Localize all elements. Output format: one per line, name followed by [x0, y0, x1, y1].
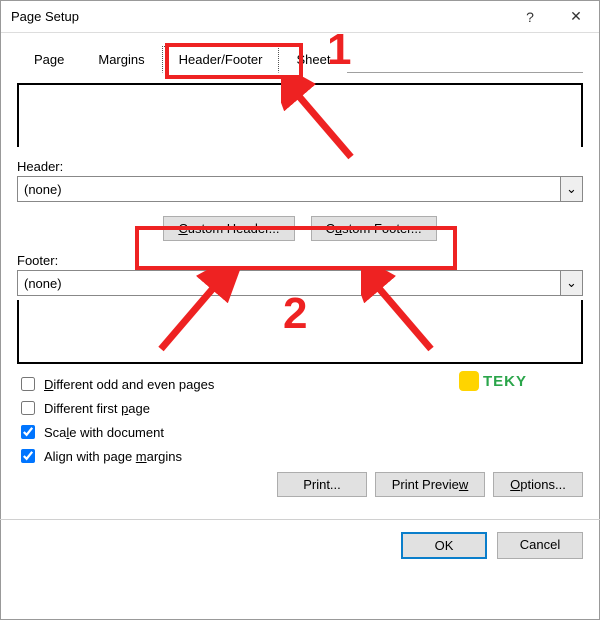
- options-label: Options...: [510, 477, 566, 492]
- tab-strip: Page Margins Header/Footer Sheet: [17, 45, 583, 73]
- checkbox-group: Different odd and even pages Different f…: [17, 374, 583, 466]
- check-label: Align with page margins: [44, 449, 182, 464]
- tab-header-footer[interactable]: Header/Footer: [162, 46, 280, 73]
- help-button[interactable]: ?: [507, 1, 553, 33]
- check-diff-odd-even[interactable]: Different odd and even pages: [17, 374, 583, 394]
- action-buttons-row: Print... Print Preview Options...: [17, 472, 583, 497]
- window-title: Page Setup: [11, 9, 507, 24]
- checkbox-scale-doc[interactable]: [21, 425, 35, 439]
- dialog-content: Page Margins Header/Footer Sheet Header:…: [1, 33, 599, 505]
- header-combo[interactable]: (none) ⌄: [17, 176, 583, 202]
- chevron-down-icon[interactable]: ⌄: [560, 271, 582, 295]
- footer-preview: [17, 300, 583, 364]
- print-preview-button[interactable]: Print Preview: [375, 472, 485, 497]
- custom-header-label: Custom Header...: [178, 221, 279, 236]
- footer-combo[interactable]: (none) ⌄: [17, 270, 583, 296]
- dialog-footer: OK Cancel: [1, 520, 599, 571]
- custom-header-button[interactable]: Custom Header...: [163, 216, 294, 241]
- tab-margins[interactable]: Margins: [81, 46, 161, 73]
- header-preview: [17, 83, 583, 147]
- tab-page[interactable]: Page: [17, 46, 81, 73]
- checkbox-align-margins[interactable]: [21, 449, 35, 463]
- checkbox-diff-odd-even[interactable]: [21, 377, 35, 391]
- header-combo-value: (none): [18, 182, 560, 197]
- header-label: Header:: [17, 159, 583, 174]
- footer-label: Footer:: [17, 253, 583, 268]
- check-label: Different first page: [44, 401, 150, 416]
- check-label: Scale with document: [44, 425, 164, 440]
- chevron-down-icon[interactable]: ⌄: [560, 177, 582, 201]
- check-scale-doc[interactable]: Scale with document: [17, 422, 583, 442]
- print-button[interactable]: Print...: [277, 472, 367, 497]
- checkbox-diff-first[interactable]: [21, 401, 35, 415]
- custom-footer-label: Custom Footer...: [326, 221, 422, 236]
- close-button[interactable]: ✕: [553, 1, 599, 33]
- custom-buttons-row: Custom Header... Custom Footer...: [17, 216, 583, 241]
- tab-sheet[interactable]: Sheet: [279, 46, 347, 73]
- cancel-button[interactable]: Cancel: [497, 532, 583, 559]
- titlebar: Page Setup ? ✕: [1, 1, 599, 33]
- options-button[interactable]: Options...: [493, 472, 583, 497]
- check-diff-first[interactable]: Different first page: [17, 398, 583, 418]
- print-preview-label: Print Preview: [392, 477, 469, 492]
- ok-button[interactable]: OK: [401, 532, 487, 559]
- check-label: Different odd and even pages: [44, 377, 214, 392]
- check-align-margins[interactable]: Align with page margins: [17, 446, 583, 466]
- footer-combo-value: (none): [18, 276, 560, 291]
- custom-footer-button[interactable]: Custom Footer...: [311, 216, 437, 241]
